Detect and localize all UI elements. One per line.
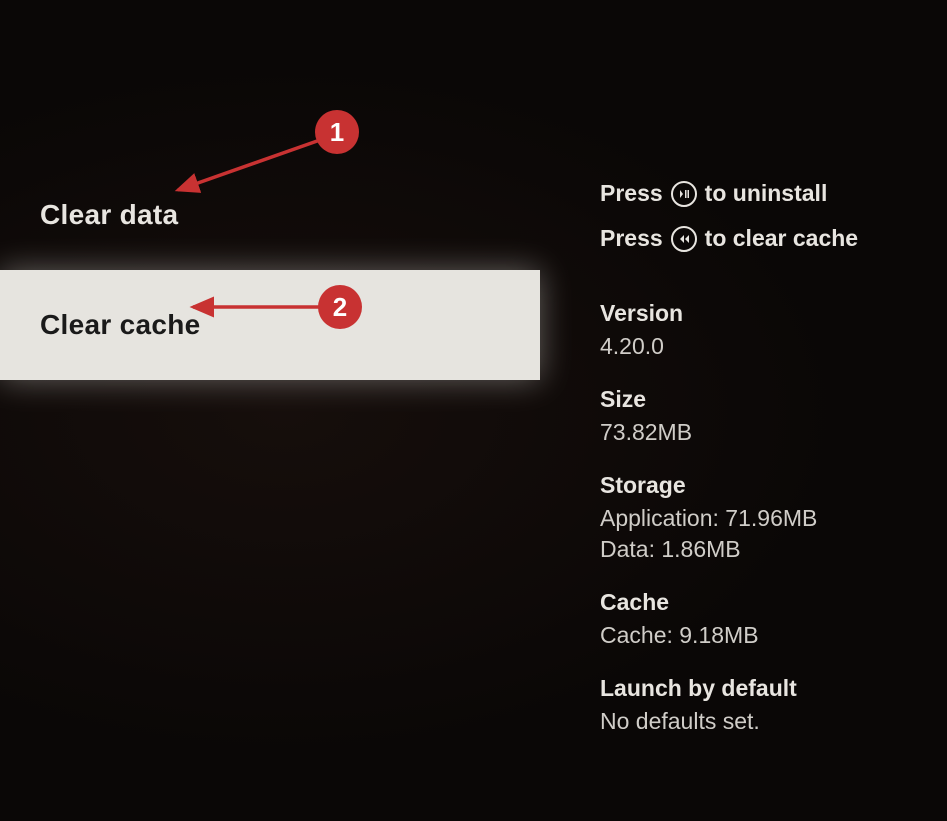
size-value: 73.82MB (600, 419, 930, 446)
clear-cache-button[interactable]: Clear cache (0, 270, 540, 380)
size-label: Size (600, 386, 930, 413)
cache-value: Cache: 9.18MB (600, 622, 930, 649)
rewind-icon (671, 226, 697, 252)
hint-clear-cache: Press to clear cache (600, 225, 930, 252)
version-value: 4.20.0 (600, 333, 930, 360)
launch-by-default-label: Launch by default (600, 675, 930, 702)
play-pause-icon (671, 181, 697, 207)
annotation-badge-2: 2 (318, 285, 362, 329)
hint-uninstall: Press to uninstall (600, 180, 930, 207)
cache-label: Cache (600, 589, 930, 616)
storage-application-value: Application: 71.96MB (600, 505, 930, 532)
annotation-arrow-2 (185, 297, 335, 317)
storage-label: Storage (600, 472, 930, 499)
version-label: Version (600, 300, 930, 327)
launch-by-default-value: No defaults set. (600, 708, 930, 735)
storage-data-value: Data: 1.86MB (600, 536, 930, 563)
app-info-panel: Press to uninstall Press to clear cache … (600, 180, 930, 761)
menu-item-label: Clear data (40, 199, 178, 231)
annotation-arrow-1 (170, 140, 330, 200)
menu-item-label: Clear cache (40, 309, 201, 341)
annotation-badge-1: 1 (315, 110, 359, 154)
